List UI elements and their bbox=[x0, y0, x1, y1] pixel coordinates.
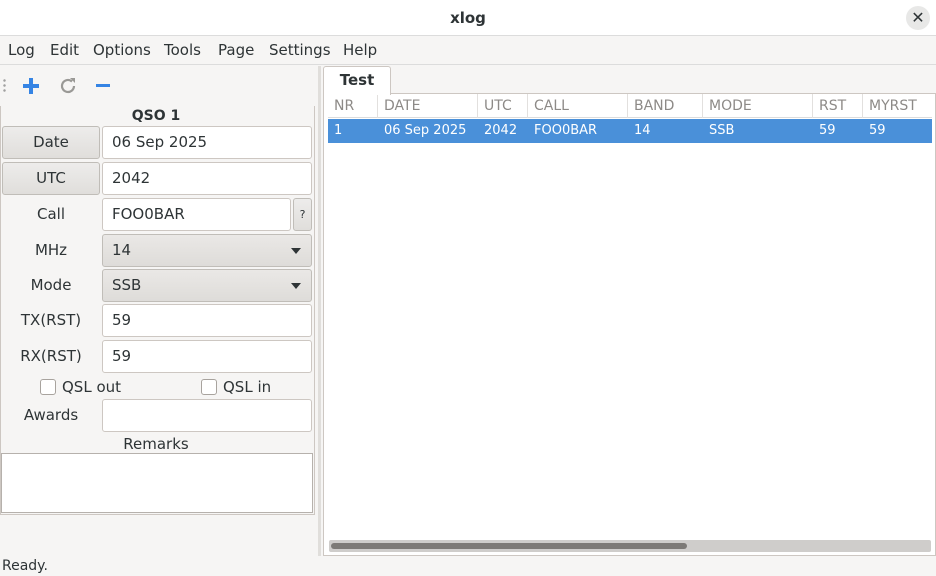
menu-log[interactable]: Log bbox=[8, 36, 35, 65]
cell-myrst: 59 bbox=[869, 123, 886, 138]
refresh-icon[interactable] bbox=[56, 74, 80, 98]
qsl-out-label: QSL out bbox=[62, 378, 122, 396]
cell-mode: SSB bbox=[709, 123, 735, 138]
call-lookup-button[interactable]: ? bbox=[293, 198, 312, 231]
log-tabs: Test bbox=[323, 66, 936, 95]
tx-rst-field[interactable]: 59 bbox=[102, 304, 312, 337]
mhz-select[interactable]: 14 bbox=[102, 234, 312, 267]
mode-select[interactable]: SSB bbox=[102, 269, 312, 302]
menu-page[interactable]: Page bbox=[218, 36, 254, 65]
column-header-band[interactable]: BAND bbox=[628, 94, 703, 118]
rx-rst-label: RX(RST) bbox=[20, 347, 82, 365]
minus-icon[interactable] bbox=[91, 74, 115, 98]
toolbar-grip[interactable] bbox=[3, 78, 6, 94]
tab-test[interactable]: Test bbox=[323, 66, 391, 95]
cell-date: 06 Sep 2025 bbox=[384, 123, 467, 138]
chevron-down-icon bbox=[291, 248, 301, 254]
menu-edit[interactable]: Edit bbox=[50, 36, 79, 65]
mhz-value: 14 bbox=[112, 241, 132, 259]
qso-title: QSO 1 bbox=[131, 108, 181, 124]
menu-bar: Log Edit Options Tools Page Settings Hel… bbox=[0, 36, 936, 65]
table-header: NR DATE UTC CALL BAND MODE RST MYRST bbox=[328, 94, 932, 118]
column-header-call[interactable]: CALL bbox=[528, 94, 628, 118]
awards-field[interactable] bbox=[102, 399, 312, 432]
horizontal-scrollbar[interactable] bbox=[329, 540, 931, 552]
column-header-myrst[interactable]: MYRST bbox=[863, 94, 932, 118]
utc-field[interactable]: 2042 bbox=[102, 162, 312, 195]
checkbox-box[interactable] bbox=[201, 379, 217, 395]
cell-nr: 1 bbox=[334, 123, 343, 138]
status-bar: Ready. bbox=[2, 558, 48, 574]
qsl-in-checkbox[interactable]: QSL in bbox=[201, 378, 271, 396]
rx-rst-field[interactable]: 59 bbox=[102, 340, 312, 373]
checkbox-box[interactable] bbox=[40, 379, 56, 395]
remarks-label: Remarks bbox=[123, 435, 189, 453]
close-icon[interactable]: ✕ bbox=[906, 6, 930, 30]
qsl-in-label: QSL in bbox=[223, 378, 272, 396]
log-table: NR DATE UTC CALL BAND MODE RST MYRST 1 0… bbox=[328, 94, 932, 539]
menu-tools[interactable]: Tools bbox=[164, 36, 201, 65]
mode-value: SSB bbox=[112, 276, 142, 294]
mode-label: Mode bbox=[30, 276, 72, 294]
menu-options[interactable]: Options bbox=[93, 36, 151, 65]
mhz-label: MHz bbox=[34, 241, 68, 259]
column-header-date[interactable]: DATE bbox=[378, 94, 478, 118]
qsl-out-checkbox[interactable]: QSL out bbox=[40, 378, 121, 396]
toolbar bbox=[0, 66, 318, 106]
date-button[interactable]: Date bbox=[2, 126, 100, 159]
menu-help[interactable]: Help bbox=[343, 36, 377, 65]
scrollbar-thumb[interactable] bbox=[331, 543, 687, 549]
remarks-textarea[interactable] bbox=[1, 453, 313, 513]
awards-label: Awards bbox=[23, 406, 79, 424]
menu-settings[interactable]: Settings bbox=[269, 36, 331, 65]
cell-band: 14 bbox=[634, 123, 651, 138]
column-header-utc[interactable]: UTC bbox=[478, 94, 528, 118]
log-tab-page: NR DATE UTC CALL BAND MODE RST MYRST 1 0… bbox=[323, 93, 936, 556]
column-header-nr[interactable]: NR bbox=[328, 94, 378, 118]
title-bar: xlog ✕ bbox=[0, 0, 936, 36]
call-label: Call bbox=[36, 205, 65, 223]
chevron-down-icon bbox=[291, 283, 301, 289]
plus-icon[interactable] bbox=[19, 74, 43, 98]
table-row[interactable]: 1 06 Sep 2025 2042 FOO0BAR 14 SSB 59 59 bbox=[328, 119, 932, 143]
utc-button[interactable]: UTC bbox=[2, 162, 100, 195]
window-title: xlog bbox=[450, 9, 486, 27]
tx-rst-label: TX(RST) bbox=[20, 311, 82, 329]
cell-rst: 59 bbox=[819, 123, 836, 138]
date-field[interactable]: 06 Sep 2025 bbox=[102, 126, 312, 159]
column-header-mode[interactable]: MODE bbox=[703, 94, 813, 118]
column-header-rst[interactable]: RST bbox=[813, 94, 863, 118]
pane-divider[interactable] bbox=[318, 66, 321, 556]
cell-utc: 2042 bbox=[484, 123, 518, 138]
call-field[interactable]: FOO0BAR bbox=[102, 198, 291, 231]
cell-call: FOO0BAR bbox=[534, 123, 598, 138]
